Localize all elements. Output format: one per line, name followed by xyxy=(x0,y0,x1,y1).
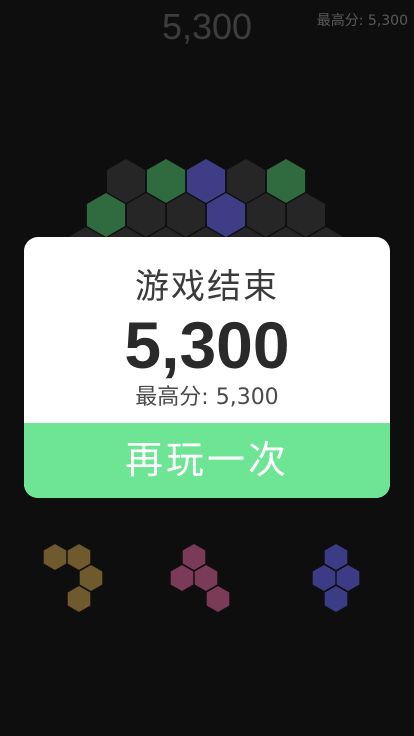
piece-navy-cell[interactable] xyxy=(324,586,348,612)
piece-pink-cell[interactable] xyxy=(170,565,194,591)
board-cell xyxy=(286,193,326,237)
board-cell xyxy=(106,159,146,203)
board-cell-filled xyxy=(146,159,186,203)
piece-olive-cell[interactable] xyxy=(79,565,103,591)
board-cell-filled xyxy=(206,193,246,237)
piece-olive-cell[interactable] xyxy=(67,586,91,612)
board-cell-filled xyxy=(86,193,126,237)
piece-navy-cell[interactable] xyxy=(324,544,348,570)
board-cell xyxy=(226,159,266,203)
final-score: 5,300 xyxy=(124,308,290,382)
game-over-title: 游戏结束 xyxy=(135,267,279,307)
board-cell xyxy=(126,193,166,237)
board-cell-filled xyxy=(266,159,306,203)
piece-pink-cell[interactable] xyxy=(182,544,206,570)
piece-pink-cell[interactable] xyxy=(194,565,218,591)
piece-pink-cell[interactable] xyxy=(206,586,230,612)
game-over-dialog: 游戏结束 5,300 最高分: 5,300 再玩一次 xyxy=(24,237,390,498)
piece-olive-cell[interactable] xyxy=(67,544,91,570)
piece-tray[interactable] xyxy=(43,544,360,612)
piece-olive-cell[interactable] xyxy=(43,544,67,570)
board-cell xyxy=(246,193,286,237)
best-score-label: 最高分: 5,300 xyxy=(135,385,279,410)
piece-navy-cell[interactable] xyxy=(312,565,336,591)
play-again-button[interactable]: 再玩一次 xyxy=(24,423,390,498)
board-cell-filled xyxy=(186,159,226,203)
board-cell xyxy=(166,193,206,237)
piece-navy-cell[interactable] xyxy=(336,565,360,591)
